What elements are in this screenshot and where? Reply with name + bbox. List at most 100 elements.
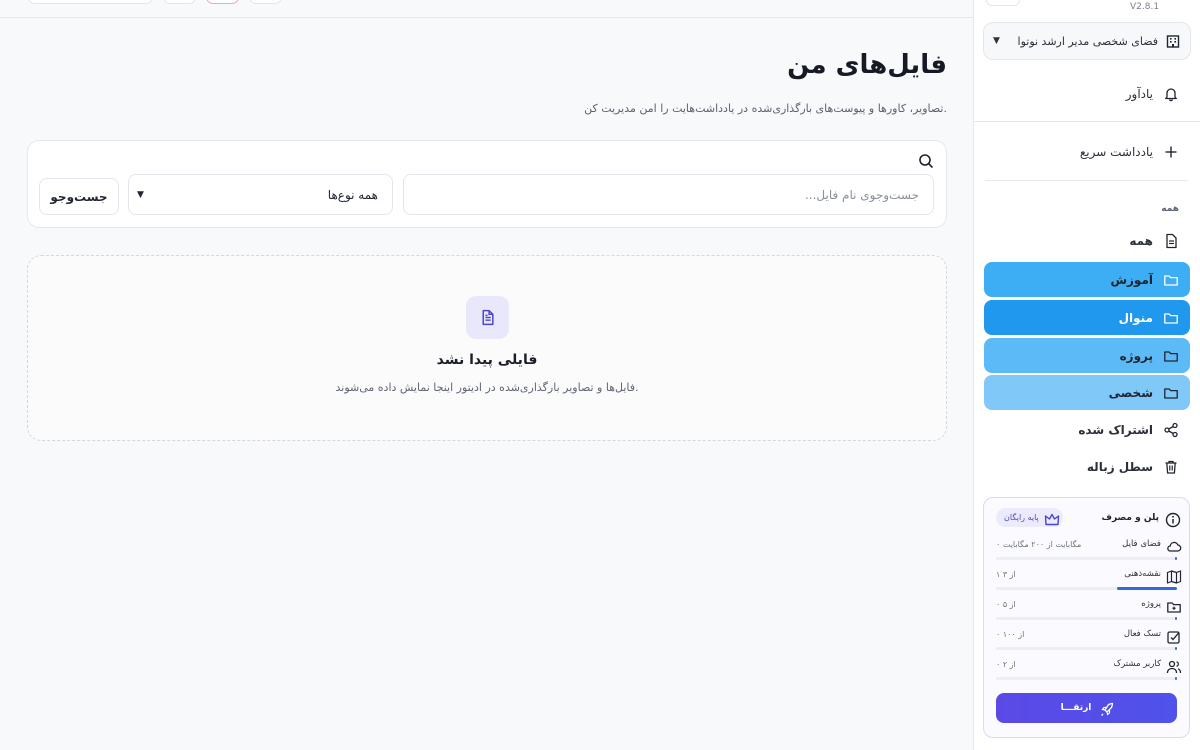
sidebar-item-label: همه bbox=[1129, 234, 1153, 248]
search-button[interactable]: جست‌وجو bbox=[39, 178, 119, 215]
document-icon bbox=[1163, 233, 1179, 249]
folder-project[interactable]: پروژه bbox=[984, 338, 1190, 373]
usage-bar bbox=[996, 617, 1177, 620]
usage-bar bbox=[996, 587, 1177, 590]
usage-name: نقشه‌ذهنی bbox=[1124, 569, 1182, 584]
section-title: همه bbox=[1161, 204, 1179, 214]
upgrade-button[interactable]: ارتقـــا bbox=[996, 693, 1177, 723]
trash-icon bbox=[1163, 459, 1179, 475]
sidebar-item-all[interactable]: همه bbox=[973, 223, 1200, 259]
rocket-icon bbox=[1099, 702, 1114, 716]
sidebar-divider bbox=[985, 180, 1188, 181]
sidebar-item-trash[interactable]: سطل زباله bbox=[973, 449, 1200, 485]
usage-bar-fill bbox=[1117, 587, 1177, 590]
plus-icon bbox=[1163, 144, 1179, 160]
folder-label: منوال bbox=[1118, 310, 1153, 325]
chevron-down-icon: ▼ bbox=[137, 189, 144, 200]
usage-value: ۰ از ۲ bbox=[996, 659, 1016, 669]
usage-bar bbox=[996, 677, 1177, 680]
usage-name: پروژه bbox=[1141, 599, 1181, 613]
sidebar-item-shared[interactable]: اشتراک شده bbox=[973, 412, 1200, 448]
usage-label: تسک فعال bbox=[1123, 629, 1161, 639]
sidebar-top-nub[interactable] bbox=[986, 0, 1020, 6]
workspace-switcher[interactable]: فضای شخصی مدیر ارشد نوتوا ▼ bbox=[983, 22, 1191, 60]
bell-icon bbox=[1163, 86, 1179, 102]
usage-label: فضای فایل bbox=[1122, 539, 1161, 549]
usage-label: پروژه bbox=[1141, 599, 1161, 609]
empty-subtitle: فایل‌ها و تصاویر بارگذاری‌شده در ادیتور … bbox=[335, 381, 639, 394]
usage-value: ۱ از ۳ bbox=[996, 569, 1016, 579]
plan-title-text: پلن و مصرف bbox=[1101, 512, 1159, 523]
app-version: V2.8.1 bbox=[1130, 2, 1160, 12]
empty-state: فایلی پیدا نشد فایل‌ها و تصاویر بارگذاری… bbox=[27, 255, 947, 441]
usage-bar-fill bbox=[1175, 557, 1177, 560]
folder-manual[interactable]: منوال bbox=[984, 300, 1190, 335]
usage-row: فضای فایل ۰ مگابایت از ۲۰۰ مگابایت bbox=[996, 535, 1182, 565]
usage-line: کاربر مشترک ۰ از ۲ bbox=[996, 655, 1182, 673]
usage-value: ۰ مگابایت از ۲۰۰ مگابایت bbox=[996, 539, 1082, 549]
usage-row: کاربر مشترک ۰ از ۲ bbox=[996, 655, 1182, 685]
usage-name: تسک فعال bbox=[1123, 629, 1180, 644]
chevron-down-icon: ▼ bbox=[993, 36, 1000, 46]
usage-line: نقشه‌ذهنی ۱ از ۳ bbox=[996, 565, 1182, 584]
usage-label: نقشه‌ذهنی bbox=[1124, 569, 1161, 579]
page-subtitle: تصاویر، کاورها و پیوست‌های بارگذاری‌شده … bbox=[584, 102, 947, 115]
building-icon bbox=[1165, 33, 1181, 49]
filter-card: همه نوع‌ها ▼ جست‌وجو bbox=[27, 140, 947, 228]
sidebar-item-reminder[interactable]: یادآور bbox=[973, 76, 1200, 112]
upgrade-label: ارتقـــا bbox=[1060, 703, 1092, 713]
usage-value: ۰ از ۵ bbox=[996, 599, 1016, 609]
toolbar-button[interactable] bbox=[249, 0, 282, 4]
search-input[interactable] bbox=[403, 174, 934, 215]
plan-title: پلن و مصرف bbox=[1101, 512, 1181, 527]
workspace-label: فضای شخصی مدیر ارشد نوتوا bbox=[1017, 34, 1158, 48]
plan-badge-label: پایه رایگان bbox=[1004, 513, 1039, 522]
type-filter-value: همه نوع‌ها bbox=[327, 187, 378, 202]
usage-bar-fill bbox=[1175, 617, 1177, 620]
usage-bar-fill bbox=[1175, 647, 1177, 650]
search-icon bbox=[918, 153, 934, 169]
folder-icon bbox=[1163, 348, 1179, 364]
usage-line: تسک فعال ۰ از ۱۰۰ bbox=[996, 625, 1180, 644]
folder-icon bbox=[1163, 310, 1179, 326]
users-icon bbox=[1166, 659, 1182, 673]
usage-row: نقشه‌ذهنی ۱ از ۳ bbox=[996, 565, 1182, 595]
usage-name: فضای فایل bbox=[1122, 539, 1182, 552]
quick-note-button[interactable]: یادداشت سریع bbox=[973, 134, 1200, 170]
plan-badge: پایه رایگان bbox=[996, 508, 1063, 527]
folder-label: آموزش bbox=[1110, 272, 1153, 287]
sidebar-item-label: یادداشت سریع bbox=[1079, 145, 1153, 159]
folder-amoozesh[interactable]: آموزش bbox=[984, 262, 1190, 297]
plan-header: پلن و مصرف پایه رایگان bbox=[996, 508, 1181, 527]
share-icon bbox=[1163, 422, 1179, 438]
folder-label: پروژه bbox=[1119, 348, 1153, 363]
usage-row: تسک فعال ۰ از ۱۰۰ bbox=[996, 625, 1180, 655]
type-filter-select[interactable]: همه نوع‌ها ▼ bbox=[128, 174, 393, 215]
info-icon bbox=[1165, 512, 1181, 527]
folder-personal[interactable]: شخصی bbox=[984, 375, 1190, 410]
usage-value: ۰ از ۱۰۰ bbox=[996, 629, 1025, 639]
usage-bar-fill bbox=[1175, 677, 1177, 680]
usage-bar bbox=[996, 647, 1177, 650]
toolbar-search-pill[interactable] bbox=[28, 0, 153, 4]
sidebar-divider bbox=[973, 121, 1200, 122]
empty-title: فایلی پیدا نشد bbox=[436, 352, 538, 368]
sidebar-item-label: سطل زباله bbox=[1086, 460, 1153, 474]
plan-card: پلن و مصرف پایه رایگان فضای فایل ۰ مگابای… bbox=[983, 497, 1190, 738]
file-icon bbox=[466, 296, 509, 339]
toolbar-button[interactable] bbox=[163, 0, 196, 4]
toolbar-button-active[interactable] bbox=[206, 0, 239, 4]
folder-icon bbox=[1163, 272, 1179, 288]
usage-line: فضای فایل ۰ مگابایت از ۲۰۰ مگابایت bbox=[996, 535, 1182, 553]
sidebar: V2.8.1 فضای شخصی مدیر ارشد نوتوا ▼ یادآو… bbox=[973, 0, 1200, 750]
crown-icon bbox=[1044, 512, 1059, 526]
sidebar-item-label: اشتراک شده bbox=[1078, 423, 1153, 437]
topbar-divider bbox=[0, 17, 973, 18]
cloud-icon bbox=[1166, 539, 1182, 552]
map-icon bbox=[1166, 569, 1182, 584]
usage-name: کاربر مشترک bbox=[1113, 659, 1182, 673]
usage-line: پروژه ۰ از ۵ bbox=[996, 595, 1181, 613]
checkbox-icon bbox=[1166, 629, 1180, 644]
usage-list: فضای فایل ۰ مگابایت از ۲۰۰ مگابایت نقشه‌ذه… bbox=[996, 535, 1182, 685]
usage-label: کاربر مشترک bbox=[1113, 659, 1162, 669]
